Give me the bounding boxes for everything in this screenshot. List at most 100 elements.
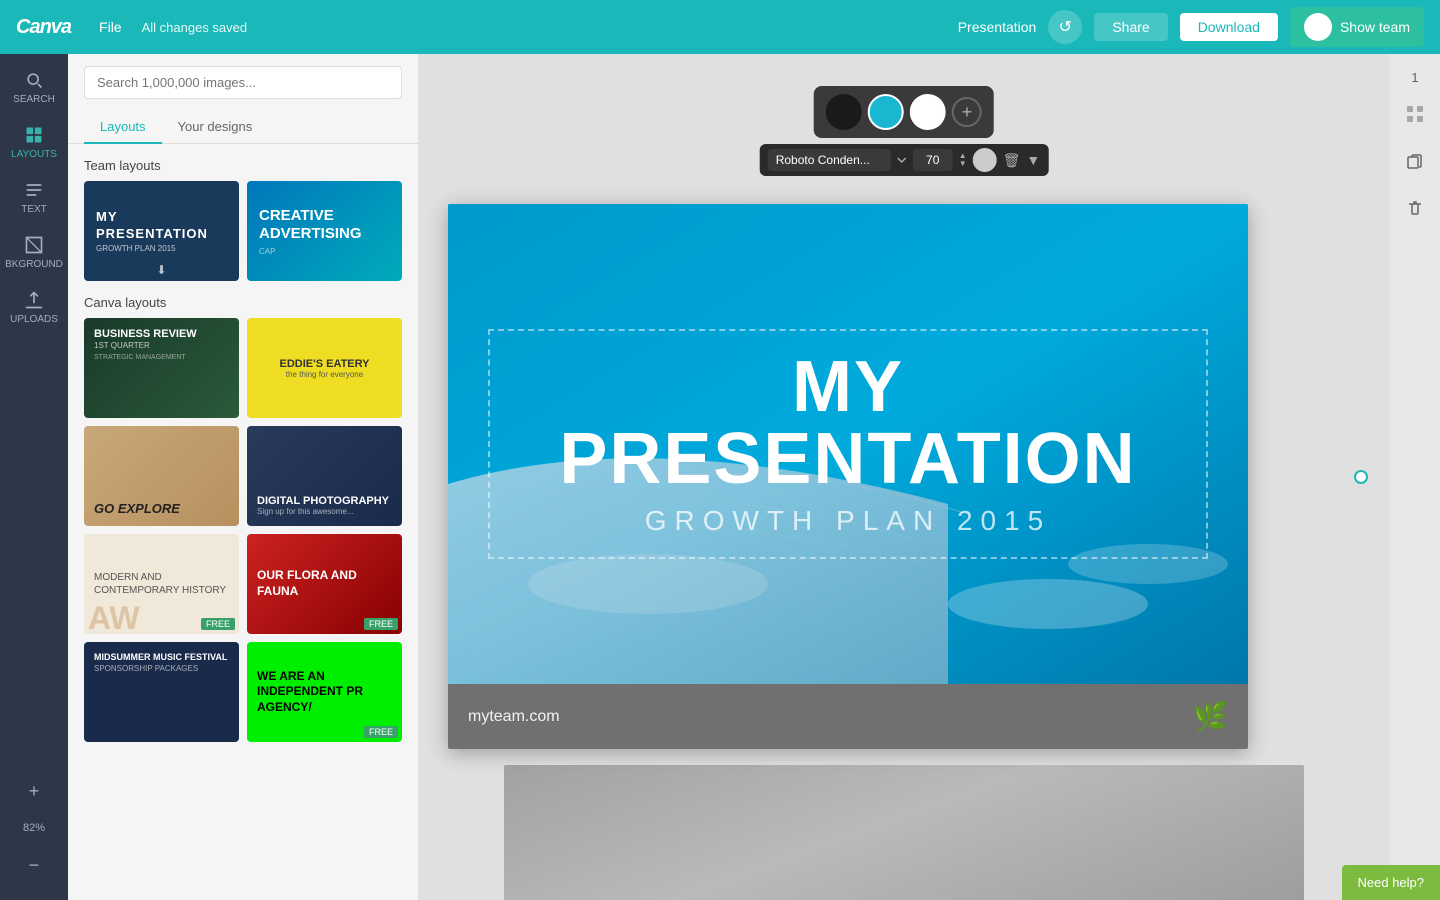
- team-layout-card-creative[interactable]: CREATIVE ADVERTISING CAP: [247, 181, 402, 281]
- canva-layout-explore[interactable]: GO EXPLORE: [84, 426, 239, 526]
- canva-layout-agency[interactable]: WE ARE AN INDEPENDENT PR AGENCY/ FREE: [247, 642, 402, 742]
- agency-title: WE ARE AN INDEPENDENT PR AGENCY/: [257, 669, 392, 716]
- slide-title-text: MY PRESENTATION: [510, 351, 1186, 495]
- download-icon-1: ⬇: [156, 263, 166, 277]
- midsummer-title: MIDSUMMER MUSIC FESTIVAL: [94, 652, 229, 664]
- explore-title: GO EXPLORE: [94, 501, 229, 516]
- canva-layout-business[interactable]: BUSINESS REVIEW 1ST QUARTER STRATEGIC MA…: [84, 318, 239, 418]
- sidebar-item-background[interactable]: BKGROUND: [4, 227, 64, 278]
- canva-layout-eatery[interactable]: EDDIE'S EATERY the thing for everyone: [247, 318, 402, 418]
- file-menu-button[interactable]: File: [91, 15, 130, 39]
- more-options-button[interactable]: ▼: [1026, 152, 1040, 168]
- team-layouts-title: Team layouts: [68, 144, 418, 181]
- canva-layout-photography[interactable]: DIGITAL PHOTOGRAPHY Sign up for this awe…: [247, 426, 402, 526]
- delete-button[interactable]: 🗑: [1003, 152, 1021, 169]
- top-nav: Canva File All changes saved Presentatio…: [0, 0, 1440, 54]
- left-panel: Layouts Your designs Team layouts MY PRE…: [68, 54, 418, 900]
- team-card-title-2: CREATIVE ADVERTISING: [259, 207, 390, 243]
- sidebar-item-search[interactable]: SEARCH: [4, 62, 64, 113]
- team-card-subtitle-2: CAP: [259, 247, 390, 256]
- share-button[interactable]: Share: [1094, 13, 1167, 41]
- slide-footer-url: myteam.com: [468, 708, 560, 726]
- slide-background: MY PRESENTATION GROWTH PLAN 2015: [448, 204, 1248, 684]
- font-size-arrows: ▲ ▼: [959, 152, 967, 168]
- slide-2-image: [504, 765, 1304, 900]
- canva-layout-midsummer[interactable]: MIDSUMMER MUSIC FESTIVAL SPONSORSHIP PAC…: [84, 642, 239, 742]
- team-card-subtitle-1: GROWTH PLAN 2015: [96, 244, 227, 253]
- font-family-select[interactable]: Roboto Conden...: [768, 149, 891, 171]
- grid-icon: [1406, 105, 1424, 123]
- slide-footer: myteam.com 🌿: [448, 684, 1248, 749]
- avatar: [1304, 13, 1332, 41]
- need-help-button[interactable]: Need help?: [1342, 865, 1440, 900]
- leaf-icon: 🌿: [1193, 700, 1228, 733]
- tab-layouts[interactable]: Layouts: [84, 111, 162, 144]
- left-icon-bar: SEARCH LAYOUTS TEXT BKGROUND UPLOADS + 8…: [0, 54, 68, 900]
- search-icon: [24, 70, 44, 90]
- zoom-out-button[interactable]: −: [19, 850, 49, 880]
- sidebar-background-label: BKGROUND: [5, 259, 63, 270]
- undo-icon: ↺: [1059, 17, 1072, 37]
- background-icon: [24, 235, 44, 255]
- photo-subtitle: Sign up for this awesome...: [257, 507, 392, 516]
- duplicate-icon: [1406, 152, 1424, 170]
- agency-free-badge: FREE: [364, 726, 398, 738]
- sidebar-search-label: SEARCH: [13, 94, 55, 105]
- eatery-subtitle: the thing for everyone: [286, 370, 363, 379]
- canva-layout-flora[interactable]: OUR FLORA AND FAUNA FREE: [247, 534, 402, 634]
- zoom-in-button[interactable]: +: [19, 776, 49, 806]
- flora-title: OUR FLORA AND FAUNA: [257, 568, 392, 599]
- grid-view-button[interactable]: [1402, 101, 1428, 132]
- trash-icon: [1406, 199, 1424, 217]
- business-subtitle: 1ST QUARTER: [94, 341, 229, 350]
- color-swatch-teal[interactable]: [868, 94, 904, 130]
- font-toolbar-row: Roboto Conden... 70 ▲ ▼ 🗑 ▼: [760, 144, 1049, 176]
- slide-1-wrapper: MY PRESENTATION GROWTH PLAN 2015 myteam.…: [448, 204, 1360, 749]
- text-icon: [24, 180, 44, 200]
- canva-layouts-title: Canva layouts: [68, 281, 418, 318]
- color-swatch-black[interactable]: [826, 94, 862, 130]
- layout-tabs: Layouts Your designs: [68, 111, 418, 144]
- sidebar-uploads-label: UPLOADS: [10, 314, 58, 325]
- color-swatch-white[interactable]: [910, 94, 946, 130]
- business-title: BUSINESS REVIEW: [94, 328, 229, 341]
- slide-subtitle-text: GROWTH PLAN 2015: [510, 505, 1186, 537]
- font-select-chevron: [897, 153, 907, 167]
- sidebar-item-text[interactable]: TEXT: [4, 172, 64, 223]
- tab-your-designs[interactable]: Your designs: [162, 111, 269, 144]
- sidebar-item-uploads[interactable]: UPLOADS: [4, 282, 64, 333]
- color-add-button[interactable]: +: [952, 97, 982, 127]
- slide-text-selection[interactable]: MY PRESENTATION GROWTH PLAN 2015: [488, 329, 1208, 559]
- delete-slide-button[interactable]: [1402, 195, 1428, 226]
- search-box: [68, 54, 418, 111]
- eatery-title: EDDIE'S EATERY: [279, 358, 369, 370]
- show-team-label: Show team: [1340, 19, 1410, 35]
- team-card-title-1: MY PRESENTATION: [96, 209, 227, 243]
- font-size-down-button[interactable]: ▼: [959, 160, 967, 168]
- zoom-controls: + 82% −: [19, 776, 49, 880]
- flora-free-badge: FREE: [364, 618, 398, 630]
- canva-layout-history[interactable]: MODERN AND CONTEMPORARY HISTORY AW FREE: [84, 534, 239, 634]
- font-size-input[interactable]: 70: [913, 149, 953, 171]
- canva-layouts-grid: BUSINESS REVIEW 1ST QUARTER STRATEGIC MA…: [68, 318, 418, 742]
- undo-button[interactable]: ↺: [1048, 10, 1082, 44]
- uploads-icon: [24, 290, 44, 310]
- duplicate-slide-button[interactable]: [1402, 148, 1428, 179]
- save-status: All changes saved: [142, 20, 248, 35]
- show-team-button[interactable]: Show team: [1290, 7, 1424, 47]
- sidebar-item-layouts[interactable]: LAYOUTS: [4, 117, 64, 168]
- text-color-picker[interactable]: [973, 148, 997, 172]
- sidebar-text-label: TEXT: [21, 204, 47, 215]
- sidebar-layouts-label: LAYOUTS: [11, 149, 57, 160]
- slide-1[interactable]: MY PRESENTATION GROWTH PLAN 2015 myteam.…: [448, 204, 1248, 749]
- canvas-area: + Roboto Conden... 70 ▲ ▼ 🗑 ▼: [418, 54, 1390, 900]
- slide-2-preview[interactable]: [504, 765, 1304, 900]
- history-title: MODERN AND CONTEMPORARY HISTORY: [94, 571, 229, 597]
- search-input[interactable]: [84, 66, 402, 99]
- team-layouts-grid: MY PRESENTATION GROWTH PLAN 2015 ⬇ CREAT…: [68, 181, 418, 281]
- business-desc: STRATEGIC MANAGEMENT: [94, 354, 229, 361]
- resize-handle[interactable]: [1354, 470, 1368, 484]
- history-watermark: AW: [88, 602, 140, 634]
- download-button[interactable]: Download: [1180, 13, 1278, 41]
- team-layout-card-my-presentation[interactable]: MY PRESENTATION GROWTH PLAN 2015 ⬇: [84, 181, 239, 281]
